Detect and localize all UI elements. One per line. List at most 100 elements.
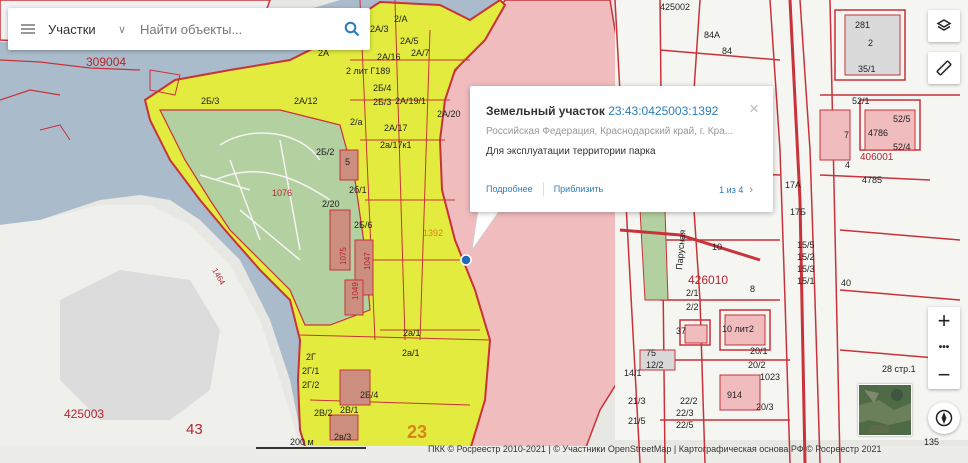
chevron-down-icon[interactable]: ∨ <box>118 23 132 36</box>
svg-text:2: 2 <box>868 38 873 48</box>
compass-button[interactable] <box>928 402 960 434</box>
svg-text:22/5: 22/5 <box>676 420 694 430</box>
svg-text:75: 75 <box>646 348 656 358</box>
zoom-link[interactable]: Приблизить <box>554 184 604 198</box>
svg-text:15/1: 15/1 <box>797 276 815 286</box>
svg-text:2/1: 2/1 <box>686 288 699 298</box>
chevron-right-icon[interactable]: › <box>749 184 753 196</box>
svg-text:2A/12: 2A/12 <box>294 96 318 106</box>
divider <box>542 182 544 196</box>
svg-text:20/2: 20/2 <box>748 360 766 370</box>
svg-text:52/4: 52/4 <box>893 142 911 152</box>
parcel-label-1076: 1076 <box>272 188 292 198</box>
parcel-label-1049: 1049 <box>351 282 360 300</box>
map-pin[interactable] <box>460 254 472 266</box>
search-button[interactable] <box>334 8 370 50</box>
object-type-select[interactable]: Участки <box>48 22 118 37</box>
svg-text:84: 84 <box>722 46 732 56</box>
svg-text:21/5: 21/5 <box>628 416 646 426</box>
svg-text:2Б/3: 2Б/3 <box>201 96 219 106</box>
svg-text:2Г: 2Г <box>306 352 316 362</box>
cadastral-map[interactable]: 309004 425003 426010 406001 43 23 1392 1… <box>0 0 968 463</box>
zoom-out-button[interactable]: − <box>928 361 960 388</box>
svg-text:2Б/3: 2Б/3 <box>373 97 391 107</box>
svg-text:2В/2: 2В/2 <box>314 408 333 418</box>
quarter-label-309004: 309004 <box>86 55 126 69</box>
search-bar: Участки ∨ <box>8 8 370 50</box>
svg-text:425002: 425002 <box>660 2 690 12</box>
svg-text:21/3: 21/3 <box>628 396 646 406</box>
svg-text:2a/1: 2a/1 <box>403 328 421 338</box>
svg-text:2 лит Г189: 2 лит Г189 <box>346 66 390 76</box>
grey-land-patch <box>60 270 220 420</box>
svg-text:10: 10 <box>712 242 722 252</box>
svg-text:2A/19/1: 2A/19/1 <box>395 96 426 106</box>
svg-text:4785: 4785 <box>862 175 882 185</box>
popup-links: Подробнее Приблизить <box>486 182 604 198</box>
svg-text:52/5: 52/5 <box>893 114 911 124</box>
svg-text:5: 5 <box>345 157 350 167</box>
svg-text:135: 135 <box>924 437 939 447</box>
svg-text:2A/17: 2A/17 <box>384 123 408 133</box>
svg-text:4786: 4786 <box>868 128 888 138</box>
svg-text:2Г/1: 2Г/1 <box>302 366 319 376</box>
district-label: 43 <box>186 421 203 438</box>
minimap-satellite[interactable] <box>858 384 912 436</box>
popup-pager: 1 из 4 › <box>719 184 753 196</box>
svg-text:17Б: 17Б <box>790 207 806 217</box>
quarter-label-406001: 406001 <box>860 152 894 163</box>
parcel-label-1075: 1075 <box>339 247 348 265</box>
svg-text:2A/7: 2A/7 <box>411 48 430 58</box>
scale-bar: 200 м <box>256 437 366 451</box>
svg-text:15/3: 15/3 <box>797 264 815 274</box>
close-icon[interactable]: × <box>749 100 759 117</box>
svg-text:22/2: 22/2 <box>680 396 698 406</box>
svg-text:7: 7 <box>844 130 849 140</box>
quarter-label-426010: 426010 <box>688 273 728 287</box>
popup-title-text: Земельный участок <box>486 104 605 118</box>
svg-text:2/2: 2/2 <box>686 302 699 312</box>
parcel-label-1392: 1392 <box>423 228 443 238</box>
scale-label: 200 м <box>290 437 314 447</box>
svg-text:2/a: 2/a <box>350 117 363 127</box>
svg-text:22/3: 22/3 <box>676 408 694 418</box>
more-link[interactable]: Подробнее <box>486 184 533 198</box>
svg-text:40: 40 <box>841 278 851 288</box>
svg-text:281: 281 <box>855 20 870 30</box>
pager-text: 1 из 4 <box>719 185 744 195</box>
attribution: ПКК © Росреестр 2010-2021 | © Участники … <box>428 444 882 454</box>
svg-text:15/5: 15/5 <box>797 240 815 250</box>
svg-text:2A/3: 2A/3 <box>370 24 389 34</box>
menu-button[interactable] <box>8 8 48 50</box>
svg-text:20/3: 20/3 <box>756 402 774 412</box>
zoom-more-button[interactable]: ••• <box>928 334 960 361</box>
zoom-controls: + ••• − <box>928 307 960 389</box>
zoom-in-button[interactable]: + <box>928 307 960 334</box>
svg-text:28 стр.1: 28 стр.1 <box>882 364 916 374</box>
parcel-popup: Земельный участок 23:43:0425003:1392 × Р… <box>470 86 773 212</box>
svg-text:2Б/4: 2Б/4 <box>373 83 391 93</box>
svg-text:2В/1: 2В/1 <box>340 405 359 415</box>
popup-purpose: Для эксплуатации территории парка <box>486 146 656 157</box>
layers-icon <box>936 19 952 31</box>
svg-text:52/1: 52/1 <box>852 96 870 106</box>
urban-area <box>615 0 968 440</box>
search-input[interactable] <box>138 20 332 38</box>
cadastral-number-link[interactable]: 23:43:0425003:1392 <box>608 104 718 118</box>
region-label: 23 <box>407 422 427 442</box>
svg-text:35/1: 35/1 <box>858 64 876 74</box>
svg-text:2Г/2: 2Г/2 <box>302 380 319 390</box>
svg-text:15/2: 15/2 <box>797 252 815 262</box>
quarter-label-425003: 425003 <box>64 407 104 421</box>
layers-button[interactable] <box>928 10 960 42</box>
ruler-button[interactable] <box>928 52 960 84</box>
compass-icon <box>935 409 953 427</box>
svg-text:37: 37 <box>676 326 686 336</box>
popup-title: Земельный участок 23:43:0425003:1392 <box>486 104 718 118</box>
svg-text:2Б/4: 2Б/4 <box>360 390 378 400</box>
svg-text:2/A: 2/A <box>394 14 408 24</box>
svg-text:10 лит2: 10 лит2 <box>722 324 754 334</box>
parcel-label-1047: 1047 <box>363 252 372 270</box>
svg-text:84А: 84А <box>704 30 720 40</box>
popup-address: Российская Федерация, Краснодарский край… <box>486 126 734 137</box>
